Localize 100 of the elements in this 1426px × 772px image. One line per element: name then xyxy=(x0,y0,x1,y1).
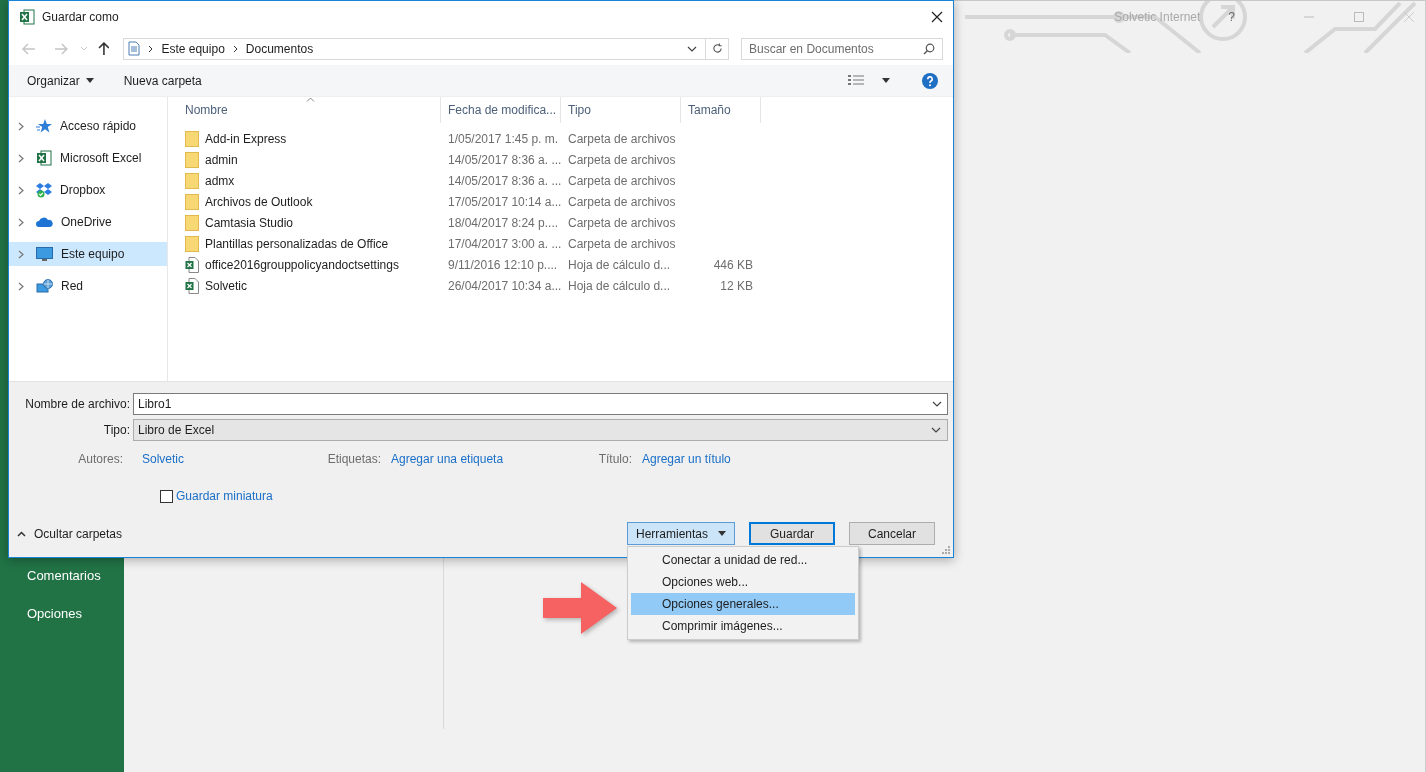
star-icon xyxy=(36,118,52,134)
chevron-icon[interactable] xyxy=(18,217,24,227)
excel-icon xyxy=(19,8,35,25)
file-name[interactable]: Camtasia Studio xyxy=(205,215,294,230)
hide-folders-button[interactable]: Ocultar carpetas xyxy=(17,526,123,541)
date-cell-text: 26/04/2017 10:34 a... xyxy=(447,278,561,293)
resize-grip-icon[interactable] xyxy=(942,546,950,554)
dropdown-caret-icon[interactable] xyxy=(932,401,942,407)
dialog-title: Guardar como xyxy=(42,9,119,24)
column-header[interactable]: Tamaño xyxy=(681,97,761,123)
close-icon[interactable] xyxy=(931,10,943,23)
search-icon xyxy=(923,42,935,55)
sidebar-item[interactable]: Opciones xyxy=(0,600,124,626)
file-name-field[interactable]: Libro1 xyxy=(133,393,948,415)
cancel-button[interactable]: Cancelar xyxy=(849,522,935,545)
search-field[interactable]: Buscar en Documentos xyxy=(741,37,943,60)
folder-icon xyxy=(185,151,199,168)
dropbox-icon xyxy=(36,182,52,198)
date-cell-text: 1/05/2017 1:45 p. m. xyxy=(447,131,560,146)
metadata-link[interactable]: Agregar una etiqueta xyxy=(391,452,504,466)
column-header[interactable]: Tipo xyxy=(561,97,681,123)
file-type-label: Tipo: xyxy=(102,423,131,437)
caret-icon xyxy=(718,531,726,536)
folder-icon xyxy=(185,172,199,189)
type-cell-text: Carpeta de archivos xyxy=(567,236,677,251)
type-cell-text: Carpeta de archivos xyxy=(567,194,677,209)
network-icon xyxy=(36,278,53,294)
metadata-link[interactable]: Agregar un título xyxy=(642,452,731,466)
type-cell-text: Carpeta de archivos xyxy=(567,131,677,146)
help-button[interactable]: ? xyxy=(1228,10,1235,24)
nav-pane-item[interactable]: OneDrive xyxy=(9,210,167,234)
type-cell-text: Carpeta de archivos xyxy=(567,152,677,167)
file-name-label: Nombre de archivo: xyxy=(24,397,131,411)
caret-icon[interactable] xyxy=(882,78,890,83)
type-cell-text: Carpeta de archivos xyxy=(567,215,677,230)
file-name[interactable]: Archivos de Outlook xyxy=(205,194,313,209)
checkbox-label[interactable]: Guardar miniatura xyxy=(176,489,273,503)
metadata-link[interactable]: Solvetic xyxy=(142,452,185,466)
nav-pane-item[interactable]: Dropbox xyxy=(9,178,167,202)
dropdown-caret-icon[interactable] xyxy=(687,45,697,52)
refresh-icon xyxy=(711,43,723,54)
breadcrumb-item[interactable]: Documentos xyxy=(245,41,314,56)
spreadsheet-icon xyxy=(185,277,199,294)
up-arrow-icon[interactable] xyxy=(97,41,110,56)
folder-icon xyxy=(185,193,199,210)
metadata-label: Título: xyxy=(597,452,633,466)
document-icon xyxy=(128,41,141,56)
save-button[interactable]: Guardar xyxy=(749,522,835,545)
checkbox[interactable] xyxy=(160,489,173,503)
file-name[interactable]: Plantillas personalizadas de Office xyxy=(205,236,389,251)
nav-pane-item[interactable]: Red xyxy=(9,274,167,298)
size-cell: 12 KB xyxy=(720,278,753,293)
menu-item[interactable]: Opciones web... xyxy=(631,571,855,593)
folder-icon xyxy=(185,214,199,231)
chevron-icon[interactable] xyxy=(18,249,24,259)
address-bar[interactable]: Este equipo Documentos xyxy=(123,37,729,60)
chevron-up-icon xyxy=(17,530,26,537)
chevron-icon[interactable] xyxy=(18,281,24,291)
column-header[interactable]: Nombre xyxy=(178,97,441,123)
size-cell: 446 KB xyxy=(713,257,753,272)
chevron-icon xyxy=(232,44,238,53)
nav-pane-item[interactable]: Microsoft Excel xyxy=(9,146,167,170)
cloud-icon xyxy=(36,216,53,228)
spreadsheet-icon xyxy=(185,256,199,273)
file-name[interactable]: admx xyxy=(205,173,235,188)
tools-button[interactable]: Herramientas xyxy=(627,522,735,545)
chevron-icon[interactable] xyxy=(18,153,24,163)
type-cell-text: Carpeta de archivos xyxy=(567,173,677,188)
folder-icon xyxy=(185,235,199,252)
type-cell-text: Hoja de cálculo d... xyxy=(567,278,672,293)
date-cell-text: 18/04/2017 8:24 p.... xyxy=(447,215,560,230)
nav-pane-item[interactable]: Este equipo xyxy=(9,242,167,266)
date-cell-text: 14/05/2017 8:36 a. ... xyxy=(447,173,561,188)
breadcrumb-item[interactable]: Este equipo xyxy=(161,41,225,56)
file-name[interactable]: Add-in Express xyxy=(205,131,287,146)
monitor-icon xyxy=(36,246,53,262)
chevron-icon[interactable] xyxy=(18,121,24,131)
chevron-icon xyxy=(148,44,154,53)
metadata-label: Etiquetas: xyxy=(326,452,382,466)
organize-menu[interactable]: Organizar xyxy=(27,73,80,88)
sidebar-item[interactable]: Comentarios xyxy=(0,562,124,588)
file-name[interactable]: office2016grouppolicyandoctsettings xyxy=(205,257,399,272)
menu-item[interactable]: Opciones generales... xyxy=(631,593,855,615)
chevron-icon[interactable] xyxy=(18,185,24,195)
view-icon[interactable] xyxy=(848,75,864,86)
date-cell-text: 14/05/2017 8:36 a. ... xyxy=(447,152,561,167)
date-cell-text: 17/04/2017 3:00 a. ... xyxy=(447,236,561,251)
column-header[interactable]: Fecha de modifica... xyxy=(441,97,561,123)
file-name[interactable]: admin xyxy=(205,152,238,167)
file-type-dropdown[interactable]: Libro de Excel xyxy=(133,419,948,441)
folder-icon xyxy=(185,130,199,147)
file-name[interactable]: Solvetic xyxy=(205,278,248,293)
type-cell-text: Hoja de cálculo d... xyxy=(567,257,672,272)
new-folder-button[interactable]: Nueva carpeta xyxy=(123,73,202,88)
excel-icon xyxy=(36,150,52,166)
nav-pane-item[interactable]: Acceso rápido xyxy=(9,114,167,138)
menu-item[interactable]: Conectar a unidad de red... xyxy=(631,549,855,571)
menu-item[interactable]: Comprimir imágenes... xyxy=(631,615,855,637)
help-icon[interactable] xyxy=(922,72,938,89)
date-cell-text: 17/05/2017 10:14 a... xyxy=(447,194,561,209)
